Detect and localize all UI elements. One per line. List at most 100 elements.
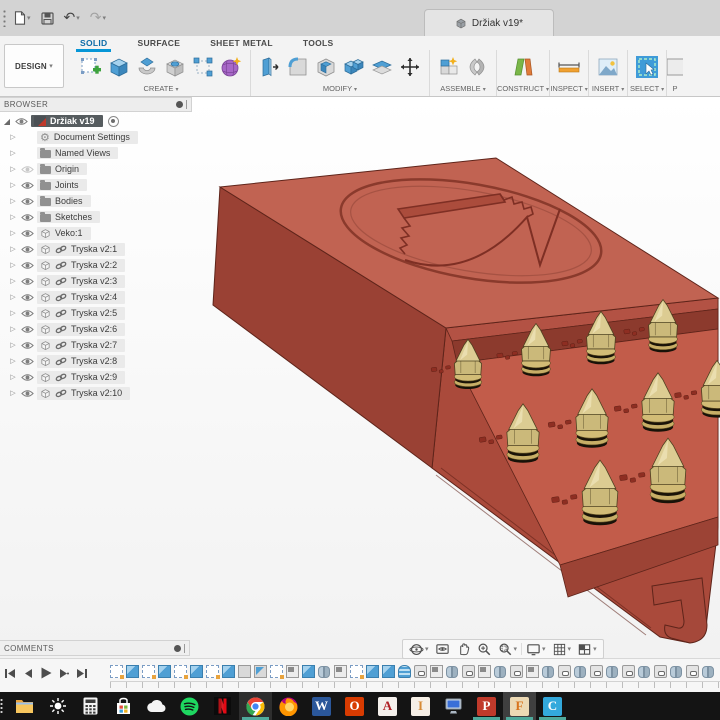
- taskbar-netflix-button[interactable]: [206, 692, 239, 720]
- toolbar-grip-icon[interactable]: [2, 9, 7, 27]
- taskbar-file-explorer-button[interactable]: [8, 692, 41, 720]
- fillet-button[interactable]: [285, 54, 311, 81]
- timeline-feature-extrude-4[interactable]: [158, 665, 171, 678]
- timeline-feature-joint-25[interactable]: [494, 665, 507, 678]
- expand-arrow-icon[interactable]: ▷: [8, 325, 18, 333]
- offset-face-button[interactable]: [369, 54, 395, 81]
- expand-arrow-icon[interactable]: ▷: [8, 373, 18, 381]
- browser-item-root[interactable]: ◢ Držiak v19: [0, 113, 192, 129]
- taskbar-office-button[interactable]: O: [338, 692, 371, 720]
- new-component-button[interactable]: [436, 54, 462, 81]
- timeline-feature-extrude-13[interactable]: [302, 665, 315, 678]
- visibility-eye-icon[interactable]: [21, 197, 34, 206]
- expand-arrow-icon[interactable]: ▷: [8, 357, 18, 365]
- expand-arrow-icon[interactable]: ▷: [8, 293, 18, 301]
- visibility-eye-icon[interactable]: [21, 341, 34, 350]
- expand-arrow-icon[interactable]: ▷: [8, 309, 18, 317]
- measure-button[interactable]: [556, 54, 582, 81]
- timeline-feature-flag-15[interactable]: [334, 665, 347, 678]
- browser-item-document-settings[interactable]: ▷ ⚙ Document Settings: [0, 129, 192, 145]
- timeline-feature-component-33[interactable]: [622, 665, 635, 678]
- create-sketch-button[interactable]: [78, 54, 104, 81]
- timeline-feature-component-35[interactable]: [654, 665, 667, 678]
- browser-item-named-views[interactable]: ▷ Named Views: [0, 145, 192, 161]
- taskbar-fusion-360-button[interactable]: F: [503, 692, 536, 720]
- orbit-button[interactable]: ▾: [407, 641, 431, 658]
- timeline-feature-body-9[interactable]: [238, 665, 251, 678]
- comments-bar[interactable]: COMMENTS: [0, 640, 190, 656]
- timeline-feature-joint-14[interactable]: [318, 665, 331, 678]
- timeline-feature-joint-36[interactable]: [670, 665, 683, 678]
- visibility-eye-icon[interactable]: [21, 389, 34, 398]
- timeline-feature-extrude-18[interactable]: [382, 665, 395, 678]
- hole-button[interactable]: [162, 54, 188, 81]
- visibility-eye-icon[interactable]: [15, 117, 28, 126]
- taskbar-pdf-reader-button[interactable]: P: [470, 692, 503, 720]
- expand-arrow-icon[interactable]: ▷: [8, 213, 18, 221]
- taskbar-calculator-button[interactable]: [74, 692, 107, 720]
- browser-item-tryska-v2-9[interactable]: ▷ Tryska v2:9: [0, 369, 192, 385]
- browser-item-tryska-v2-1[interactable]: ▷ Tryska v2:1: [0, 241, 192, 257]
- taskbar-remote-desktop-button[interactable]: [437, 692, 470, 720]
- save-button[interactable]: [38, 10, 57, 27]
- taskbar-microsoft-store-button[interactable]: [107, 692, 140, 720]
- browser-item-origin[interactable]: ▷ Origin: [0, 161, 192, 177]
- taskbar-spotify-button[interactable]: [173, 692, 206, 720]
- file-menu-button[interactable]: ▾: [11, 9, 34, 27]
- timeline-feature-joint-30[interactable]: [574, 665, 587, 678]
- expand-arrow-icon[interactable]: ▷: [8, 245, 18, 253]
- timeline-feature-flag-24[interactable]: [478, 665, 491, 678]
- section-label-select[interactable]: SELECT ▾: [630, 84, 664, 96]
- go-to-start-button[interactable]: [4, 668, 16, 679]
- undo-button[interactable]: ↶ ▾: [61, 9, 83, 27]
- look-at-button[interactable]: [433, 641, 452, 658]
- visibility-eye-icon[interactable]: [21, 325, 34, 334]
- section-label-construct[interactable]: CONSTRUCT ▾: [497, 84, 549, 96]
- construction-plane-button[interactable]: [510, 54, 536, 81]
- comments-resize-handle[interactable]: [184, 643, 185, 653]
- timeline-feature-component-26[interactable]: [510, 665, 523, 678]
- timeline-feature-component-29[interactable]: [558, 665, 571, 678]
- visibility-eye-icon[interactable]: [21, 181, 34, 190]
- browser-item-sketches[interactable]: ▷ Sketches: [0, 209, 192, 225]
- timeline-feature-sketch-5[interactable]: [174, 665, 188, 679]
- expand-arrow-icon[interactable]: ▷: [8, 149, 18, 157]
- section-label-modify[interactable]: MODIFY ▾: [323, 84, 357, 96]
- zoom-button[interactable]: [475, 641, 494, 658]
- combine-button[interactable]: [341, 54, 367, 81]
- timeline-feature-extrude-6[interactable]: [190, 665, 203, 678]
- visibility-eye-icon[interactable]: [21, 309, 34, 318]
- timeline-feature-revolve-10[interactable]: [254, 665, 267, 678]
- browser-item-tryska-v2-5[interactable]: ▷ Tryska v2:5: [0, 305, 192, 321]
- timeline-feature-sketch-11[interactable]: [270, 665, 284, 679]
- display-settings-button[interactable]: ▾: [524, 641, 548, 658]
- taskbar-onedrive-button[interactable]: [140, 692, 173, 720]
- timeline-feature-joint-28[interactable]: [542, 665, 555, 678]
- expand-arrow-icon[interactable]: ▷: [8, 261, 18, 269]
- timeline-feature-joint-38[interactable]: [702, 665, 715, 678]
- go-to-end-button[interactable]: [76, 668, 88, 679]
- timeline-feature-sketch-7[interactable]: [206, 665, 220, 679]
- revolve-button[interactable]: [134, 54, 160, 81]
- expand-arrow-icon[interactable]: ▷: [8, 389, 18, 397]
- play-button[interactable]: [40, 667, 52, 679]
- expand-arrow-icon[interactable]: ▷: [8, 341, 18, 349]
- clipped-tool-button[interactable]: [667, 54, 684, 81]
- timeline-feature-component-37[interactable]: [686, 665, 699, 678]
- visibility-eye-icon[interactable]: [21, 245, 34, 254]
- timeline-feature-component-23[interactable]: [462, 665, 475, 678]
- visibility-eye-icon[interactable]: [21, 277, 34, 286]
- visibility-eye-icon[interactable]: [21, 165, 34, 174]
- timeline-feature-sketch-16[interactable]: [350, 665, 364, 679]
- shell-button[interactable]: [313, 54, 339, 81]
- timeline-feature-sketch-1[interactable]: [110, 665, 124, 679]
- timeline-feature-joint-34[interactable]: [638, 665, 651, 678]
- step-forward-button[interactable]: [59, 668, 69, 679]
- visibility-eye-icon[interactable]: [21, 293, 34, 302]
- fit-button[interactable]: ▾: [496, 641, 520, 658]
- timeline-feature-coil-19[interactable]: [398, 665, 411, 678]
- redo-button[interactable]: ↷ ▾: [87, 9, 109, 27]
- timeline-feature-flag-12[interactable]: [286, 665, 299, 678]
- viewports-button[interactable]: ▾: [575, 641, 599, 658]
- browser-resize-handle[interactable]: [186, 100, 187, 109]
